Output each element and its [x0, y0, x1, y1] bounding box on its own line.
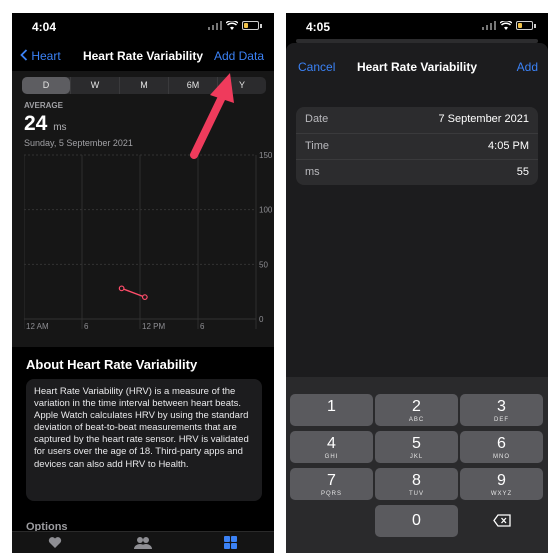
data-point [118, 285, 125, 292]
key-digit: 5 [412, 435, 421, 452]
key-letters: ABC [408, 417, 425, 423]
status-bar: 4:05 [286, 13, 548, 41]
status-time: 4:05 [306, 20, 331, 34]
key-6[interactable]: 6 MNO [460, 431, 543, 463]
key-letters: JKL [409, 454, 424, 460]
date-label: Date [305, 113, 329, 125]
backspace-key[interactable] [460, 505, 543, 537]
status-time: 4:04 [32, 20, 57, 34]
range-day-button[interactable]: D [22, 77, 70, 94]
key-digit: 0 [412, 512, 421, 529]
y-tick-label: 50 [259, 260, 268, 269]
battery-icon [516, 21, 533, 30]
key-4[interactable]: 4 GHI [290, 431, 373, 463]
data-entry-form: Date 7 September 2021 Time 4:05 PM ms 55 [296, 107, 538, 185]
x-tick-label: 6 [84, 322, 89, 331]
add-button[interactable]: Add [517, 60, 538, 74]
backspace-icon [492, 514, 511, 527]
key-letters: PQRS [320, 491, 342, 497]
key-digit: 8 [412, 472, 421, 489]
average-label: AVERAGE [24, 101, 63, 110]
key-letters: GHI [324, 454, 339, 460]
range-month-button[interactable]: M [119, 77, 168, 94]
average-unit: ms [53, 122, 67, 133]
signal-icon [482, 21, 496, 30]
add-data-button[interactable]: Add Data [214, 49, 264, 63]
time-value[interactable]: 4:05 PM [488, 140, 529, 152]
ms-label: ms [305, 166, 320, 178]
date-row[interactable]: Date 7 September 2021 [296, 107, 538, 133]
tab-bar [12, 531, 274, 553]
y-tick-label: 100 [259, 206, 272, 215]
key-letters: MNO [493, 454, 510, 460]
time-row[interactable]: Time 4:05 PM [296, 133, 538, 159]
y-tick-label: 0 [259, 315, 264, 324]
about-card: Heart Rate Variability (HRV) is a measur… [26, 379, 262, 501]
hrv-chart[interactable]: 0 50 100 150 12 AM 6 12 PM 6 [24, 151, 272, 331]
key-5[interactable]: 5 JKL [375, 431, 458, 463]
wifi-icon [500, 21, 512, 30]
range-week-button[interactable]: W [70, 77, 119, 94]
key-9[interactable]: 9 WXYZ [460, 468, 543, 500]
ms-row[interactable]: ms 55 [296, 159, 538, 185]
x-tick-label: 12 PM [142, 322, 165, 331]
key-digit: 2 [412, 398, 421, 415]
battery-icon [242, 21, 259, 30]
ms-value-field[interactable]: 55 [517, 166, 529, 178]
key-7[interactable]: 7 PQRS [290, 468, 373, 500]
key-3[interactable]: 3 DEF [460, 394, 543, 426]
numeric-keypad: 1 2 ABC 3 DEF 4 GHI 5 JKL 6 MNO 7 PQRS 8 TUV 9 W… [286, 377, 548, 553]
key-letters: DEF [494, 417, 509, 423]
status-icons [482, 21, 536, 30]
left-phone-screen: 4:04 Heart Heart Rate Variability Add Da… [12, 13, 274, 553]
key-letters: TUV [409, 491, 424, 497]
sheet-title: Heart Rate Variability [356, 60, 478, 74]
key-digit: 9 [497, 472, 506, 489]
chart-date: Sunday, 5 September 2021 [24, 138, 133, 148]
y-tick-label: 150 [259, 151, 272, 160]
people-icon[interactable] [134, 536, 152, 549]
key-digit: 1 [327, 398, 336, 415]
signal-icon [208, 21, 222, 30]
grid-icon[interactable] [224, 536, 237, 549]
heart-icon[interactable] [48, 536, 62, 549]
wifi-icon [226, 21, 238, 30]
key-0[interactable]: 0 [375, 505, 458, 537]
data-point [141, 294, 148, 301]
status-icons [208, 21, 262, 30]
navigation-bar: Heart Heart Rate Variability Add Data [12, 47, 274, 69]
key-2[interactable]: 2 ABC [375, 394, 458, 426]
key-letters: WXYZ [490, 491, 513, 497]
average-number: 24 [24, 112, 48, 135]
key-digit: 7 [327, 472, 336, 489]
key-1[interactable]: 1 [290, 394, 373, 426]
key-digit: 4 [327, 435, 336, 452]
key-digit: 6 [497, 435, 506, 452]
status-bar: 4:04 [12, 13, 274, 41]
average-value: 24 ms [24, 112, 67, 136]
series-line [121, 287, 146, 298]
about-heading: About Heart Rate Variability [26, 357, 198, 372]
x-tick-label: 6 [200, 322, 205, 331]
date-value[interactable]: 7 September 2021 [438, 113, 529, 125]
key-digit: 3 [497, 398, 506, 415]
key-8[interactable]: 8 TUV [375, 468, 458, 500]
annotation-arrow [190, 73, 234, 159]
x-tick-label: 12 AM [26, 322, 49, 331]
right-phone-screen: 4:05 Cancel Heart Rate Variability Add D… [286, 13, 548, 553]
time-label: Time [305, 140, 330, 152]
